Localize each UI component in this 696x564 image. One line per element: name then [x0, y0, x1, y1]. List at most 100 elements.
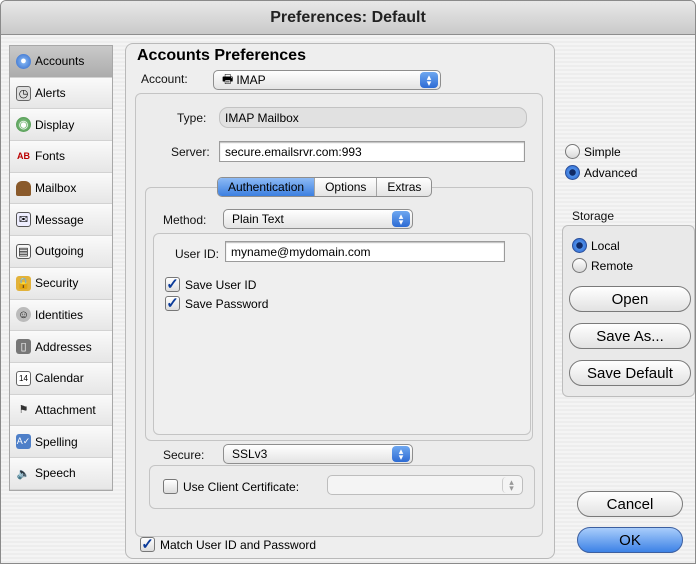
radio-off	[565, 144, 580, 159]
tab-options[interactable]: Options	[314, 178, 376, 196]
sidebar-item-security[interactable]: 🔒 Security	[10, 267, 112, 300]
mode-simple-radio[interactable]: Simple	[565, 144, 621, 159]
sidebar-item-label: Spelling	[35, 434, 78, 449]
secure-value: SSLv3	[232, 447, 268, 461]
sidebar-item-label: Calendar	[35, 371, 84, 386]
secure-label: Secure:	[163, 448, 205, 462]
radio-off	[572, 258, 587, 273]
type-label: Type:	[177, 111, 207, 125]
clock-icon: ◷	[16, 85, 31, 101]
sidebar-item-speech[interactable]: 🔈 Speech	[10, 457, 112, 490]
lock-icon: 🔒	[16, 275, 31, 291]
popup-arrows-icon: ▴ ▾	[392, 446, 410, 462]
sidebar-item-mailbox[interactable]: Mailbox	[10, 172, 112, 205]
calendar-icon: 14	[16, 370, 31, 386]
save-password-checkbox[interactable]: ✓ Save Password	[165, 296, 268, 311]
tab-authentication[interactable]: Authentication	[218, 178, 315, 196]
open-button[interactable]: Open	[569, 286, 691, 312]
sidebar-item-label: Display	[35, 117, 75, 132]
storage-remote-radio[interactable]: Remote	[572, 258, 633, 273]
server-input[interactable]: secure.emailsrvr.com:993	[219, 141, 525, 162]
ok-button[interactable]: OK	[577, 527, 683, 553]
sidebar-item-alerts[interactable]: ◷ Alerts	[10, 77, 112, 110]
preferences-window: Preferences: Default ● Accounts ◷ Alerts…	[0, 0, 696, 564]
account-icon: 🖶	[222, 71, 234, 86]
certificate-popup[interactable]: ▴ ▾	[327, 475, 523, 495]
type-field: IMAP Mailbox	[219, 107, 527, 128]
sidebar-item-label: Security	[35, 276, 79, 291]
settings-tabs: Authentication Options Extras	[217, 177, 433, 197]
outgoing-icon: ▤	[16, 243, 31, 259]
save-userid-checkbox[interactable]: ✓ Save User ID	[165, 277, 256, 292]
popup-arrows-icon: ▴ ▾	[420, 72, 438, 88]
method-popup[interactable]: Plain Text ▴ ▾	[223, 209, 413, 229]
client-certificate-checkbox[interactable]: Use Client Certificate:	[163, 479, 299, 494]
save-password-label: Save Password	[185, 296, 269, 311]
popup-arrows-icon: ▴ ▾	[502, 477, 520, 493]
page-title: Accounts Preferences	[137, 47, 306, 64]
server-label: Server:	[171, 145, 210, 159]
save-default-button[interactable]: Save Default	[569, 360, 691, 386]
sidebar-item-label: Accounts	[35, 54, 85, 69]
mailbox-icon	[16, 180, 31, 196]
checkmark-icon: ✓	[140, 536, 155, 553]
cancel-button[interactable]: Cancel	[577, 491, 683, 517]
sidebar-item-label: Fonts	[35, 149, 66, 164]
window-title: Preferences: Default	[1, 1, 695, 35]
sidebar-item-label: Alerts	[35, 86, 66, 101]
checkbox-empty	[163, 479, 178, 494]
save-as-button[interactable]: Save As...	[569, 323, 691, 349]
sidebar-item-accounts[interactable]: ● Accounts	[10, 46, 112, 78]
popup-arrows-icon: ▴ ▾	[392, 211, 410, 227]
tab-extras[interactable]: Extras	[376, 178, 431, 196]
account-popup[interactable]: 🖶 IMAP ▴ ▾	[213, 70, 441, 90]
credentials-group	[153, 233, 531, 435]
sidebar-item-label: Speech	[35, 466, 76, 481]
globe-icon: ●	[16, 53, 31, 69]
radio-on	[572, 238, 587, 253]
sidebar-item-attachment[interactable]: ⚑ Attachment	[10, 394, 112, 427]
method-value: Plain Text	[232, 212, 284, 226]
radio-on	[565, 165, 580, 180]
sidebar-item-label: Identities	[35, 307, 84, 322]
sidebar-item-addresses[interactable]: ▯ Addresses	[10, 331, 112, 363]
storage-local-label: Local	[591, 238, 620, 253]
sidebar-item-outgoing[interactable]: ▤ Outgoing	[10, 236, 112, 268]
match-userid-password-label: Match User ID and Password	[160, 537, 317, 552]
fonts-icon: AB	[17, 151, 30, 162]
speech-icon: 🔈	[16, 467, 31, 480]
client-certificate-label: Use Client Certificate:	[183, 479, 300, 494]
userid-label: User ID:	[175, 247, 220, 261]
checkmark-icon: ✓	[165, 276, 180, 293]
account-label: Account:	[141, 72, 188, 86]
mode-advanced-radio[interactable]: Advanced	[565, 165, 637, 180]
mode-advanced-label: Advanced	[584, 165, 638, 180]
paperclip-icon: ⚑	[18, 404, 29, 417]
preferences-sidebar: ● Accounts ◷ Alerts ◉ Display AB Fonts M…	[9, 45, 113, 491]
storage-remote-label: Remote	[591, 258, 634, 273]
sidebar-item-fonts[interactable]: AB Fonts	[10, 141, 112, 173]
checkmark-icon: ✓	[165, 295, 180, 312]
save-userid-label: Save User ID	[185, 277, 257, 292]
envelope-icon: ✉	[16, 212, 31, 228]
sidebar-item-label: Addresses	[35, 339, 92, 354]
sidebar-item-calendar[interactable]: 14 Calendar	[10, 362, 112, 395]
sidebar-item-label: Mailbox	[35, 181, 77, 196]
method-label: Method:	[163, 213, 207, 227]
storage-local-radio[interactable]: Local	[572, 238, 620, 253]
sidebar-item-label: Message	[35, 212, 84, 227]
spelling-icon: A✓	[16, 434, 31, 450]
sidebar-item-label: Attachment	[35, 402, 96, 417]
sidebar-item-identities[interactable]: ☺ Identities	[10, 299, 112, 332]
identities-icon: ☺	[16, 307, 31, 323]
sidebar-item-spelling[interactable]: A✓ Spelling	[10, 426, 112, 458]
sidebar-item-display[interactable]: ◉ Display	[10, 109, 112, 142]
secure-popup[interactable]: SSLv3 ▴ ▾	[223, 444, 413, 464]
account-value: IMAP	[236, 73, 266, 87]
display-icon: ◉	[16, 117, 31, 133]
address-book-icon: ▯	[16, 339, 31, 355]
storage-title: Storage	[572, 209, 615, 223]
userid-input[interactable]: myname@mydomain.com	[225, 241, 505, 262]
match-userid-password-checkbox[interactable]: ✓ Match User ID and Password	[140, 537, 316, 552]
sidebar-item-message[interactable]: ✉ Message	[10, 204, 112, 237]
